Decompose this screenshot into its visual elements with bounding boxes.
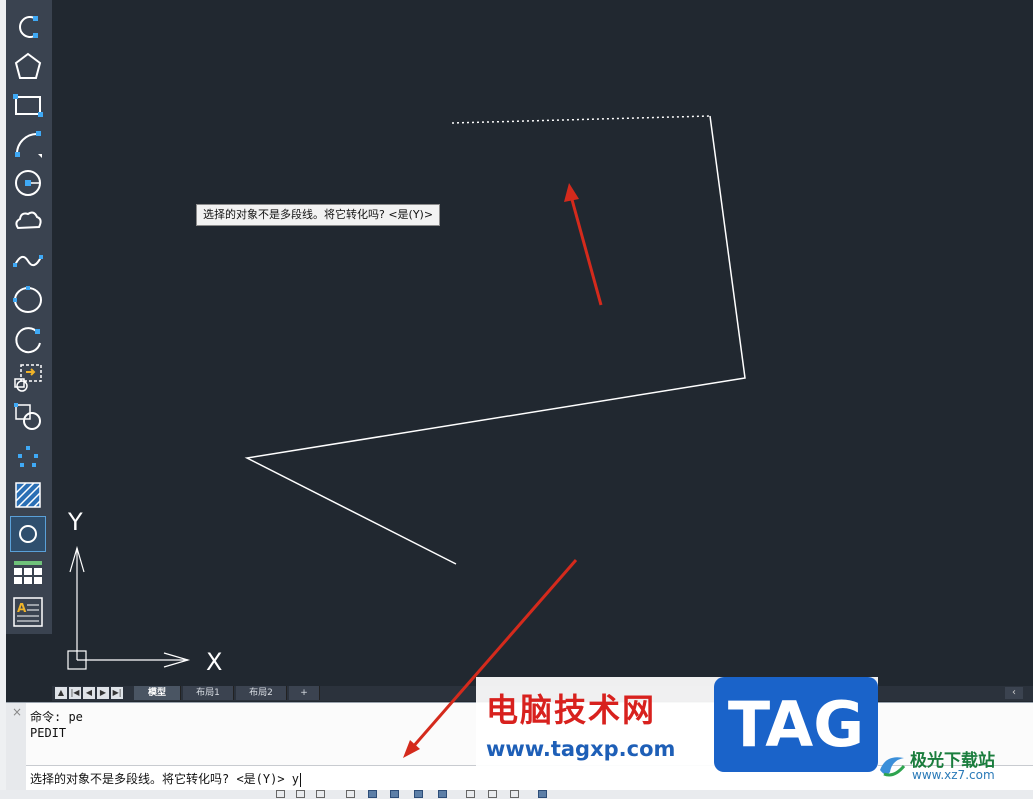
point-icon bbox=[18, 446, 38, 467]
rectangle-tool-button[interactable] bbox=[11, 88, 45, 122]
annotation-arrow-up-head bbox=[564, 183, 579, 202]
dyn-toggle-icon[interactable] bbox=[438, 790, 447, 798]
arc-3point-icon bbox=[15, 131, 42, 158]
tab-add-button[interactable]: + bbox=[289, 686, 320, 700]
polygon-tool-button[interactable] bbox=[11, 49, 45, 83]
drawing-canvas[interactable]: Y X 选择的对象不是多段线。将它转化吗? <是(Y)> bbox=[52, 0, 1033, 686]
tab-model[interactable]: 模型 bbox=[134, 686, 181, 700]
watermark-tag-logo: TAG bbox=[714, 677, 878, 772]
ducs-toggle-icon[interactable] bbox=[414, 790, 423, 798]
ucs-x-label: X bbox=[206, 648, 222, 676]
text-caret bbox=[300, 772, 302, 787]
grid-toggle-icon[interactable] bbox=[276, 790, 285, 798]
transparency-toggle-icon[interactable] bbox=[488, 790, 497, 798]
selected-line-segment[interactable] bbox=[451, 115, 711, 124]
arc-icon bbox=[19, 16, 38, 38]
arc-tool-button[interactable] bbox=[11, 10, 45, 44]
spline-icon bbox=[13, 255, 43, 267]
hatch-icon bbox=[15, 482, 41, 508]
polar-toggle-icon[interactable] bbox=[346, 790, 355, 798]
multiline-text-icon: A bbox=[13, 597, 43, 627]
insert-block-tool-button[interactable] bbox=[11, 361, 45, 395]
ucs-y-label: Y bbox=[67, 508, 83, 536]
svg-text:A: A bbox=[17, 601, 27, 615]
tab-layout2[interactable]: 布局2 bbox=[236, 686, 287, 700]
arc-3point-tool-button[interactable] bbox=[11, 127, 45, 161]
watermark-secondary: 极光下载站 www.xz7.com bbox=[876, 746, 1026, 790]
snap-toggle-icon[interactable] bbox=[296, 790, 305, 798]
circle-tool-button[interactable] bbox=[11, 166, 45, 200]
command-history-line: PEDIT bbox=[30, 726, 67, 740]
region-tool-button[interactable] bbox=[10, 516, 46, 552]
otrack-toggle-icon[interactable] bbox=[390, 790, 399, 798]
watermark-url: www.tagxp.com bbox=[486, 737, 676, 761]
annotation-monitor-icon[interactable] bbox=[538, 790, 547, 798]
tab-scroll-button[interactable]: ‹ bbox=[1005, 687, 1023, 699]
ellipse-arc-tool-button[interactable] bbox=[11, 322, 45, 356]
lineweight-toggle-icon[interactable] bbox=[466, 790, 475, 798]
status-bar bbox=[0, 790, 1033, 799]
rectangle-icon bbox=[13, 94, 43, 117]
command-tooltip: 选择的对象不是多段线。将它转化吗? <是(Y)> bbox=[196, 204, 441, 226]
spline-tool-button[interactable] bbox=[11, 244, 45, 278]
create-block-tool-button[interactable] bbox=[11, 400, 45, 434]
insert-block-icon bbox=[14, 364, 42, 392]
table-tool-button[interactable] bbox=[11, 556, 45, 590]
revision-cloud-icon bbox=[15, 211, 42, 230]
ellipse-tool-button[interactable] bbox=[11, 283, 45, 317]
selection-cycling-icon[interactable] bbox=[510, 790, 519, 798]
draw-toolbar: A bbox=[6, 0, 53, 634]
annotation-arrow-up bbox=[569, 195, 603, 306]
create-block-icon bbox=[14, 403, 41, 430]
ortho-toggle-icon[interactable] bbox=[316, 790, 325, 798]
table-icon bbox=[14, 561, 42, 584]
point-tool-button[interactable] bbox=[11, 439, 45, 473]
command-history-line: 命令: pe bbox=[30, 710, 83, 724]
watermark-banner: 电脑技术网 www.tagxp.com TAG bbox=[476, 677, 878, 772]
revision-cloud-tool-button[interactable] bbox=[11, 205, 45, 239]
canvas-geometry: Y X bbox=[67, 115, 746, 676]
tab-nav-last-button[interactable]: ▶| bbox=[111, 687, 123, 699]
multiline-text-tool-button[interactable]: A bbox=[11, 595, 45, 629]
tab-layout1[interactable]: 布局1 bbox=[183, 686, 234, 700]
command-prompt-text: 选择的对象不是多段线。将它转化吗? <是(Y)> y bbox=[30, 772, 302, 787]
region-icon bbox=[19, 525, 37, 543]
tab-nav-up-button[interactable]: ▲ bbox=[55, 687, 67, 699]
ellipse-icon bbox=[13, 286, 42, 313]
osnap-toggle-icon[interactable] bbox=[368, 790, 377, 798]
ellipse-arc-icon bbox=[15, 327, 41, 354]
tab-nav-prev-button[interactable]: ◀ bbox=[83, 687, 95, 699]
tab-nav-first-button[interactable]: |◀ bbox=[69, 687, 81, 699]
swirl-logo-icon bbox=[880, 757, 906, 777]
watermark-title: 电脑技术网 bbox=[486, 691, 657, 729]
polygon-icon bbox=[14, 52, 42, 79]
hatch-tool-button[interactable] bbox=[11, 478, 45, 512]
watermark-site-url: www.xz7.com bbox=[912, 768, 995, 782]
circle-icon bbox=[15, 170, 41, 196]
tab-nav-next-button[interactable]: ▶ bbox=[97, 687, 109, 699]
close-icon[interactable]: × bbox=[10, 705, 24, 719]
line-segments[interactable] bbox=[244, 115, 746, 565]
